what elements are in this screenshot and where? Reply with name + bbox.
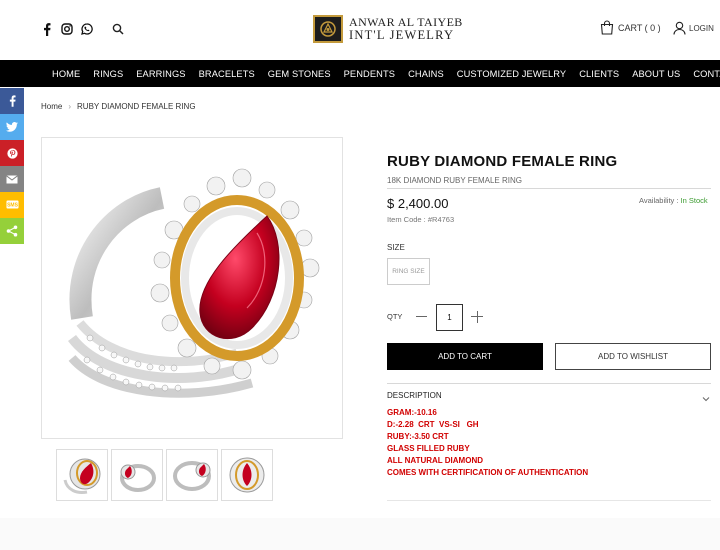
availability-label: Availability : xyxy=(639,196,679,205)
product-main-image[interactable] xyxy=(41,137,343,439)
whatsapp-icon[interactable] xyxy=(80,22,94,36)
share-sidebar: SMS xyxy=(0,88,24,244)
divider xyxy=(387,188,711,189)
thumbnail-4[interactable] xyxy=(221,449,273,501)
qty-decrease-button[interactable] xyxy=(416,316,427,317)
ring-size-option[interactable]: RING SIZE xyxy=(387,258,430,285)
share-icon xyxy=(6,225,18,237)
nav-item-clients[interactable]: CLIENTS xyxy=(579,69,619,79)
size-label: SIZE xyxy=(387,243,405,252)
thumbnail-strip xyxy=(56,449,273,501)
facebook-icon[interactable] xyxy=(40,22,54,36)
nav-item-contact-us[interactable]: CONTACT US xyxy=(693,69,720,79)
share-pinterest-button[interactable] xyxy=(0,140,24,166)
chevron-down-icon[interactable] xyxy=(701,391,711,402)
qty-input[interactable]: 1 xyxy=(436,304,463,331)
login-label: LOGIN xyxy=(689,23,714,33)
nav-item-about-us[interactable]: ABOUT US xyxy=(632,69,680,79)
page: ANWAR AL TAIYEB INT'L JEWELRY CART ( 0 )… xyxy=(0,0,720,550)
product-subtitle: 18K DIAMOND RUBY FEMALE RING xyxy=(387,176,522,185)
thumbnail-2[interactable] xyxy=(111,449,163,501)
nav-item-pendents[interactable]: PENDENTS xyxy=(344,69,395,79)
nav-item-bracelets[interactable]: BRACELETS xyxy=(199,69,255,79)
twitter-icon xyxy=(6,122,18,132)
add-to-wishlist-button[interactable]: ADD TO WISHLIST xyxy=(555,343,711,370)
breadcrumb-current: RUBY DIAMOND FEMALE RING xyxy=(77,102,196,111)
product-price: $ 2,400.00 xyxy=(387,196,449,211)
share-more-button[interactable] xyxy=(0,218,24,244)
thumbnail-1[interactable] xyxy=(56,449,108,501)
availability: Availability : In Stock xyxy=(639,196,708,205)
share-facebook-button[interactable] xyxy=(0,88,24,114)
add-to-cart-button[interactable]: ADD TO CART xyxy=(387,343,543,370)
email-icon xyxy=(6,174,18,183)
nav-item-chains[interactable]: CHAINS xyxy=(408,69,444,79)
cart-label: CART ( 0 ) xyxy=(618,22,661,33)
item-code: Item Code : #R4763 xyxy=(387,215,455,224)
share-email-button[interactable] xyxy=(0,166,24,192)
nav-item-home[interactable]: HOME xyxy=(52,69,80,79)
description-line: RUBY:-3.50 CRT xyxy=(387,432,449,441)
availability-status: In Stock xyxy=(680,196,708,205)
footer-band xyxy=(0,518,720,550)
divider xyxy=(387,383,711,384)
breadcrumb-home[interactable]: Home xyxy=(41,102,62,111)
search-icon[interactable] xyxy=(112,22,126,36)
logo-emblem xyxy=(313,15,343,43)
divider xyxy=(387,500,711,501)
breadcrumb-separator: › xyxy=(68,102,72,111)
logo-text: ANWAR AL TAIYEB INT'L JEWELRY xyxy=(349,16,463,42)
description-toggle[interactable]: DESCRIPTION xyxy=(387,391,442,400)
description-body: GRAM:-10.16 D:-2.28 CRT VS-SI GH RUBY:-3… xyxy=(387,407,588,479)
description-line: GLASS FILLED RUBY xyxy=(387,444,470,453)
login-link[interactable]: LOGIN xyxy=(673,21,714,35)
thumbnail-3[interactable] xyxy=(166,449,218,501)
share-sms-button[interactable]: SMS xyxy=(0,192,24,218)
description-line: ALL NATURAL DIAMOND xyxy=(387,456,483,465)
breadcrumb: Home › RUBY DIAMOND FEMALE RING xyxy=(41,102,196,111)
nav-item-gem-stones[interactable]: GEM STONES xyxy=(268,69,331,79)
sms-icon: SMS xyxy=(6,200,19,209)
share-twitter-button[interactable] xyxy=(0,114,24,140)
description-line: D:-2.28 CRT VS-SI GH xyxy=(387,420,479,429)
instagram-icon[interactable] xyxy=(60,22,74,36)
description-line: COMES WITH CERTIFICATION OF AUTHENTICATI… xyxy=(387,468,589,477)
logo-line-2: INT'L JEWELRY xyxy=(349,28,455,42)
product-title: RUBY DIAMOND FEMALE RING xyxy=(387,153,618,170)
pinterest-icon xyxy=(6,147,18,159)
shopping-bag-icon xyxy=(600,20,614,35)
qty-increase-button[interactable] xyxy=(471,311,483,323)
social-links xyxy=(40,22,94,36)
description-line: GRAM:-10.16 xyxy=(387,408,437,417)
site-logo[interactable]: ANWAR AL TAIYEB INT'L JEWELRY xyxy=(313,14,463,44)
main-nav: HOME RINGS EARRINGS BRACELETS GEM STONES… xyxy=(0,60,720,87)
cart-link[interactable]: CART ( 0 ) xyxy=(600,20,661,35)
nav-item-customized-jewelry[interactable]: CUSTOMIZED JEWELRY xyxy=(457,69,566,79)
svg-text:SMS: SMS xyxy=(7,203,19,209)
nav-item-earrings[interactable]: EARRINGS xyxy=(136,69,185,79)
user-icon xyxy=(673,21,686,35)
facebook-icon xyxy=(9,95,16,107)
qty-label: QTY xyxy=(387,312,403,321)
nav-item-rings[interactable]: RINGS xyxy=(93,69,123,79)
top-bar: ANWAR AL TAIYEB INT'L JEWELRY CART ( 0 )… xyxy=(0,0,720,60)
